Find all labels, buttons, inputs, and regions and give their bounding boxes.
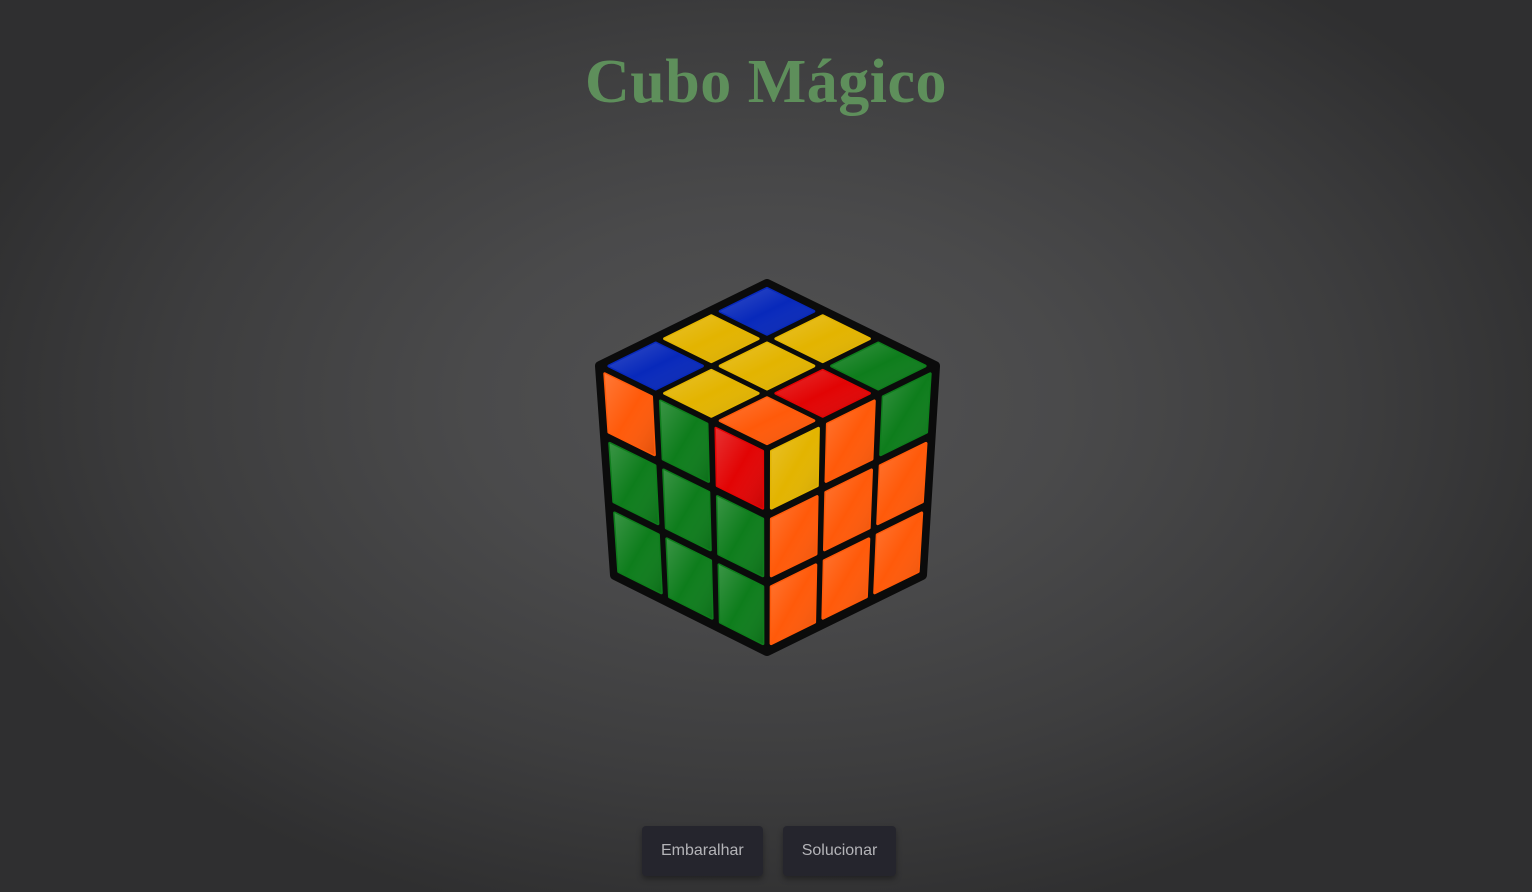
scramble-button[interactable]: Embaralhar: [642, 826, 763, 876]
solve-button[interactable]: Solucionar: [782, 826, 897, 876]
controls: Embaralhar Solucionar: [642, 826, 897, 876]
cube-canvas[interactable]: [586, 270, 946, 670]
rubiks-cube[interactable]: [586, 270, 946, 670]
page-title: Cubo Mágico: [585, 48, 947, 116]
